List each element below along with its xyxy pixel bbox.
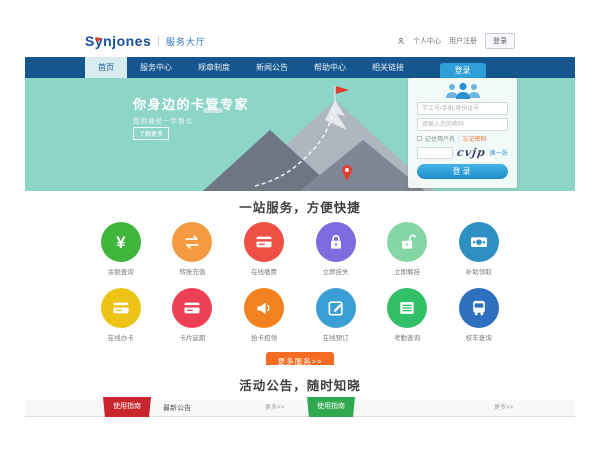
announcements-title: 活动公告，随时知晓: [25, 365, 575, 394]
service-label: 余额查询: [85, 266, 157, 276]
left-more-link[interactable]: 更多>>: [265, 400, 284, 417]
login-link-divider: |: [458, 136, 460, 142]
nav-item[interactable]: 首页: [85, 57, 127, 78]
service-label: 在线办卡: [85, 332, 157, 342]
header-links: 个人中心 用户注册 登录: [397, 33, 515, 49]
services-row-1: ¥ 余额查询 转账充值 在线缴费 立即挂: [85, 222, 515, 276]
hero-banner: 你身边的卡管专家 提供捷径一步到位 了解更多 登录: [25, 78, 575, 191]
remember-label: 记住用户名: [425, 134, 455, 143]
hero-subtitle: 提供捷径一步到位: [133, 115, 193, 125]
service-label: 立即解挂: [371, 266, 443, 276]
login-form: 记住用户名 | 忘记密码 cvjp 换一张 登录: [408, 78, 517, 188]
announcements-tabs: 使用指南 最新公告 更多>> 使用指南 更多>>: [25, 400, 575, 417]
nav-item[interactable]: 帮助中心: [301, 57, 359, 78]
hero-cta-button[interactable]: 了解更多: [133, 127, 169, 140]
megaphone-icon: [244, 288, 284, 328]
service-label: 在线预订: [300, 332, 372, 342]
yen-icon: ¥: [101, 222, 141, 262]
person-icon: [397, 37, 405, 45]
users-icon: [442, 82, 484, 99]
hero-title: 你身边的卡管专家: [133, 94, 249, 113]
card-icon: [172, 288, 212, 328]
page: Synjones | 服务大厅 个人中心 用户注册 登录 首页 服务中: [0, 0, 600, 450]
services-title: 一站服务，方便快捷: [25, 191, 575, 216]
captcha-row: cvjp 换一张: [417, 146, 508, 159]
service-item[interactable]: 转账充值: [157, 222, 229, 276]
login-tab[interactable]: 登录: [440, 63, 486, 78]
portal-name: 服务大厅: [166, 35, 206, 48]
right-more-link[interactable]: 更多>>: [494, 400, 513, 417]
transfer-icon: [172, 222, 212, 262]
service-item[interactable]: 立即解挂: [371, 222, 443, 276]
captcha-refresh-link[interactable]: 换一张: [490, 148, 508, 157]
personal-center-link[interactable]: 个人中心: [413, 36, 441, 46]
remember-row: 记住用户名 | 忘记密码: [417, 134, 508, 143]
tab-usage-guide-right[interactable]: 使用指南: [307, 397, 355, 417]
site-header: Synjones | 服务大厅 个人中心 用户注册 登录: [25, 25, 575, 57]
service-item[interactable]: 校车查询: [443, 288, 515, 342]
service-item[interactable]: 补助领取: [443, 222, 515, 276]
service-item[interactable]: 在线缴费: [228, 222, 300, 276]
edit-icon: [316, 288, 356, 328]
service-label: 补助领取: [443, 266, 515, 276]
logo[interactable]: Synjones | 服务大厅: [85, 33, 206, 49]
service-label: 拾卡招领: [228, 332, 300, 342]
service-item[interactable]: 立即挂失: [300, 222, 372, 276]
login-submit-button[interactable]: 登录: [417, 164, 508, 179]
service-item[interactable]: 在线预订: [300, 288, 372, 342]
logo-divider: |: [157, 36, 160, 47]
service-label: 校车查询: [443, 332, 515, 342]
service-label: 考勤查询: [371, 332, 443, 342]
service-item[interactable]: ¥ 余额查询: [85, 222, 157, 276]
logo-text: Synjones: [85, 33, 151, 49]
service-item[interactable]: 卡片延期: [157, 288, 229, 342]
card-icon: [101, 288, 141, 328]
unlock-icon: [387, 222, 427, 262]
service-item[interactable]: 拾卡招领: [228, 288, 300, 342]
tab-usage-guide-left[interactable]: 使用指南: [103, 397, 151, 417]
nav-item[interactable]: 规章制度: [185, 57, 243, 78]
service-label: 卡片延期: [157, 332, 229, 342]
captcha-image[interactable]: cvjp: [456, 146, 487, 159]
forgot-password-link[interactable]: 忘记密码: [463, 134, 487, 143]
list-icon: [387, 288, 427, 328]
header-login-button[interactable]: 登录: [485, 33, 515, 49]
service-label: 在线缴费: [228, 266, 300, 276]
captcha-input[interactable]: [417, 147, 453, 159]
banknote-icon: [459, 222, 499, 262]
services-section: 一站服务，方便快捷 ¥ 余额查询 转账充值 在线缴: [25, 191, 575, 365]
remember-checkbox[interactable]: [417, 136, 422, 141]
card-icon: [244, 222, 284, 262]
services-row-2: 在线办卡 卡片延期 拾卡招领 在线预订: [85, 288, 515, 342]
service-label: 立即挂失: [300, 266, 372, 276]
tab-latest-notices[interactable]: 最新公告: [163, 400, 191, 417]
service-item[interactable]: 在线办卡: [85, 288, 157, 342]
service-item[interactable]: 考勤查询: [371, 288, 443, 342]
register-link[interactable]: 用户注册: [449, 36, 477, 46]
lock-icon: [316, 222, 356, 262]
login-panel: 登录 记住用户名: [408, 63, 517, 188]
nav-item[interactable]: 新闻公告: [243, 57, 301, 78]
username-input[interactable]: [417, 102, 508, 115]
announcements-section: 活动公告，随时知晓 使用指南 最新公告 更多>> 使用指南 更多>>: [25, 365, 575, 418]
service-label: 转账充值: [157, 266, 229, 276]
bus-icon: [459, 288, 499, 328]
password-input[interactable]: [417, 118, 508, 131]
nav-item[interactable]: 服务中心: [127, 57, 185, 78]
